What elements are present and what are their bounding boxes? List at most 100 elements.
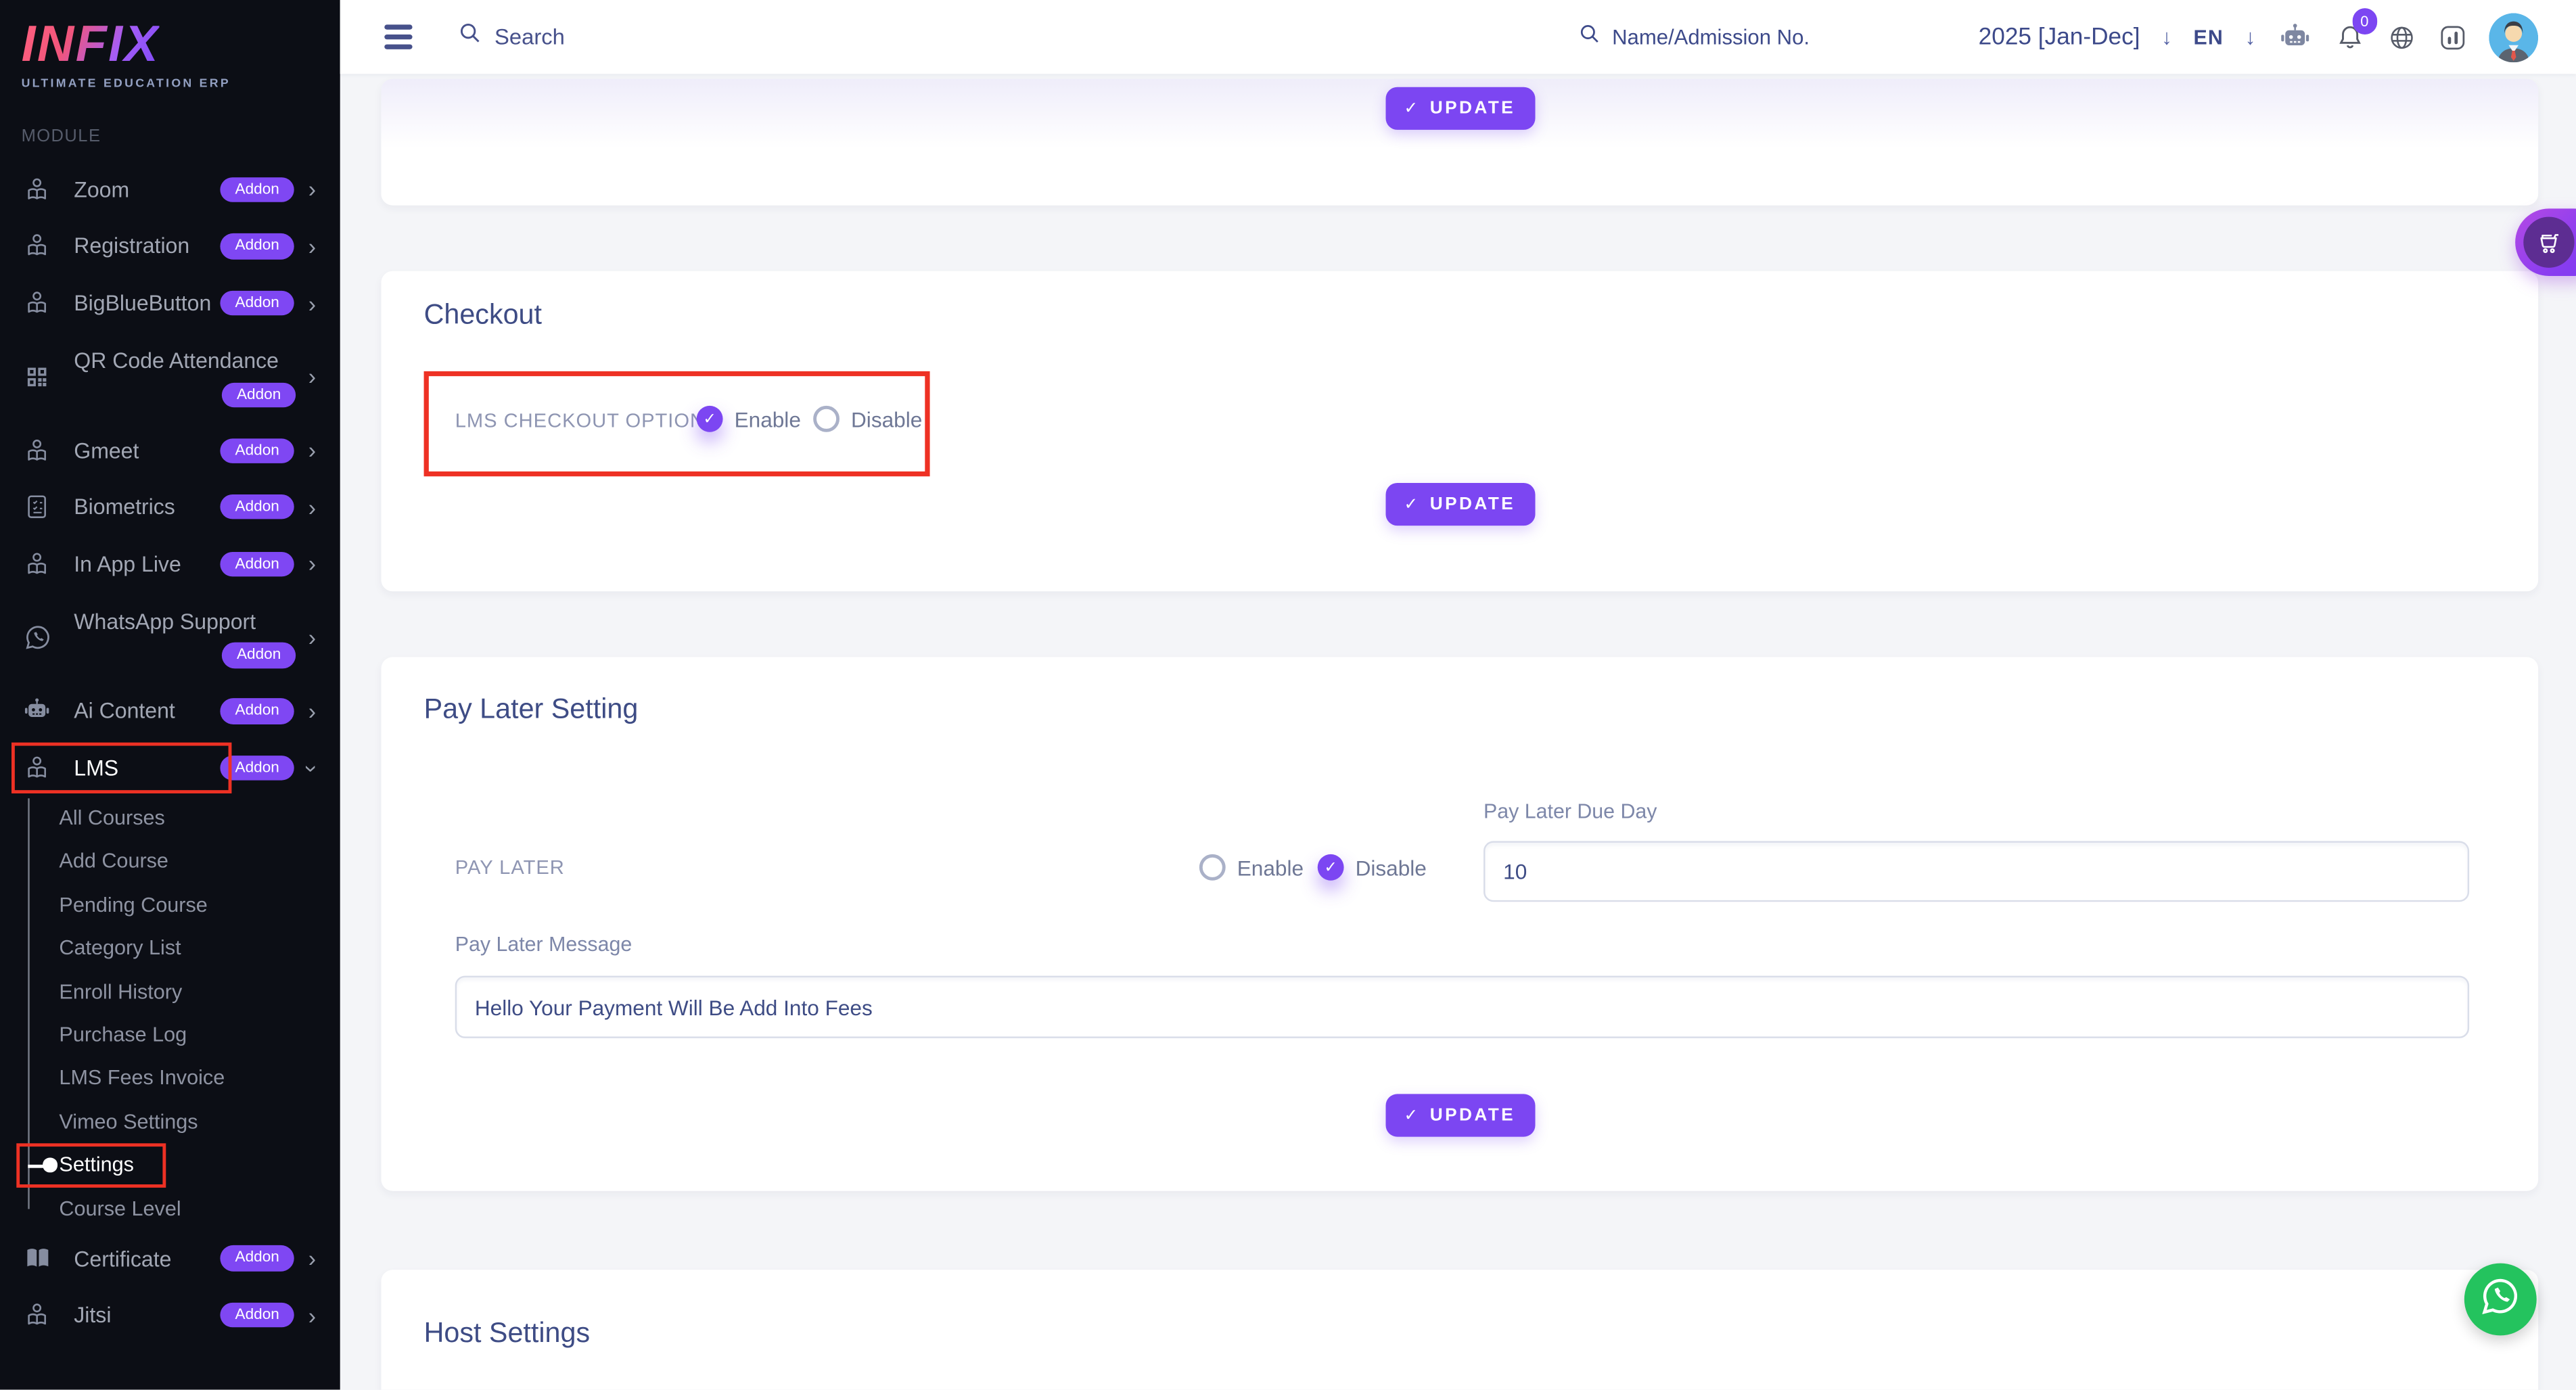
submenu-item-label: All Courses — [59, 807, 164, 830]
sidebar-item-jitsi[interactable]: Jitsi Addon › — [0, 1287, 340, 1343]
submenu-item-purchase-log[interactable]: Purchase Log — [0, 1013, 340, 1057]
submenu-item-label: Purchase Log — [59, 1023, 187, 1046]
chevron-right-icon: › — [300, 235, 323, 258]
book-icon — [22, 1243, 53, 1274]
enable-label: Enable — [735, 407, 801, 431]
reader-icon — [22, 231, 53, 262]
submenu-item-settings[interactable]: Settings — [0, 1143, 340, 1186]
reader-icon — [22, 287, 53, 319]
addon-badge: Addon — [221, 699, 294, 724]
radio-unchecked-icon — [813, 406, 840, 432]
language-globe-icon[interactable] — [2387, 22, 2417, 52]
chevron-right-icon: › — [300, 699, 323, 722]
submenu-item-label: Category List — [59, 937, 181, 960]
chevron-right-icon: › — [300, 626, 323, 649]
submenu-item-vimeo-settings[interactable]: Vimeo Settings — [0, 1100, 340, 1143]
sidebar-item-gmeet[interactable]: Gmeet Addon › — [0, 422, 340, 479]
checkout-title: Checkout — [424, 299, 542, 332]
addon-badge: Addon — [221, 234, 294, 259]
addon-badge: Addon — [222, 382, 296, 407]
chevron-down-icon: › — [300, 756, 323, 779]
pay-later-enable-radio[interactable]: Enable — [1199, 854, 1304, 881]
sidebar-item-zoom[interactable]: Zoom Addon › — [0, 161, 340, 218]
sidebar-item-lms[interactable]: LMS Addon › — [0, 739, 340, 796]
addon-badge: Addon — [221, 756, 294, 781]
update-button-pay-later[interactable]: ✓ UPDATE — [1385, 1094, 1534, 1136]
sidebar-item-biometrics[interactable]: Biometrics Addon › — [0, 479, 340, 536]
submenu-item-all-courses[interactable]: All Courses — [0, 796, 340, 839]
sidebar-item-in-app-live[interactable]: In App Live Addon › — [0, 536, 340, 593]
sidebar-item-label: Zoom — [74, 177, 220, 202]
pay-later-disable-radio[interactable]: ✓ Disable — [1318, 854, 1427, 881]
lms-checkout-enable-radio[interactable]: ✓ Enable — [697, 406, 801, 432]
avatar[interactable] — [2489, 12, 2538, 62]
sidebar-item-label: QR Code Attendance — [74, 348, 279, 373]
host-settings-title: Host Settings — [424, 1318, 591, 1351]
reader-icon — [22, 1299, 53, 1330]
active-dot-icon — [43, 1158, 57, 1172]
logo[interactable]: INFIX ULTIMATE EDUCATION ERP — [0, 0, 340, 91]
sidebar-item-ai-content[interactable]: Ai Content Addon › — [0, 682, 340, 739]
session-arrow-down-icon[interactable]: ↓ — [2161, 24, 2172, 49]
update-button-checkout[interactable]: ✓ UPDATE — [1385, 483, 1534, 526]
search-input[interactable] — [495, 24, 774, 49]
whatsapp-icon — [2479, 1274, 2522, 1324]
chevron-right-icon: › — [300, 1303, 323, 1326]
stats-icon[interactable] — [2438, 22, 2468, 52]
submenu-item-label: Course Level — [59, 1197, 181, 1220]
hamburger-menu-icon[interactable] — [384, 25, 412, 49]
chevron-right-icon: › — [300, 553, 323, 576]
language-arrow-down-icon[interactable]: ↓ — [2245, 24, 2256, 49]
disable-label: Disable — [1356, 855, 1427, 879]
topbar: 2025 [Jan-Dec] ↓ EN ↓ 0 — [340, 0, 2576, 74]
submenu-item-enroll-history[interactable]: Enroll History — [0, 970, 340, 1013]
submenu-item-label: Pending Course — [59, 894, 207, 917]
chevron-right-icon: › — [300, 365, 323, 388]
logo-subtitle: ULTIMATE EDUCATION ERP — [22, 76, 340, 91]
notifications-bell-icon[interactable]: 0 — [2334, 22, 2366, 53]
lms-checkout-disable-radio[interactable]: Disable — [813, 406, 922, 432]
sidebar-item-label: Biometrics — [74, 495, 220, 519]
pay-later-message-input[interactable] — [455, 976, 2469, 1038]
submenu-item-label: Vimeo Settings — [59, 1110, 198, 1133]
logo-title: INFIX — [22, 16, 160, 72]
pay-later-due-day-input[interactable] — [1484, 841, 2469, 902]
cart-fab[interactable] — [2515, 208, 2576, 276]
addon-badge: Addon — [221, 438, 294, 463]
submenu-item-label: Enroll History — [59, 980, 182, 1003]
check-icon: ✓ — [1404, 1107, 1420, 1125]
sidebar-item-label: Jitsi — [74, 1303, 220, 1327]
submenu-item-pending-course[interactable]: Pending Course — [0, 883, 340, 927]
submenu-item-label: Settings — [59, 1153, 134, 1176]
radio-checked-icon: ✓ — [1318, 854, 1344, 881]
reader-icon — [22, 752, 53, 783]
pay-later-message-label: Pay Later Message — [455, 933, 632, 956]
ai-robot-icon[interactable] — [2277, 19, 2313, 55]
sidebar-item-bigbluebutton[interactable]: BigBlueButton Addon › — [0, 275, 340, 331]
sidebar-item-label: Ai Content — [74, 699, 220, 723]
sidebar-item-whatsapp-support[interactable]: WhatsApp Support Addon › — [0, 593, 340, 683]
submenu-item-add-course[interactable]: Add Course — [0, 840, 340, 883]
sidebar-item-label: Certificate — [74, 1246, 220, 1270]
qr-code-icon — [22, 361, 53, 392]
sidebar-item-qr-code-attendance[interactable]: QR Code Attendance Addon › — [0, 331, 340, 422]
topbar-right: 2025 [Jan-Dec] ↓ EN ↓ 0 — [1578, 12, 2576, 62]
submenu-item-course-level[interactable]: Course Level — [0, 1186, 340, 1230]
submenu-item-category-list[interactable]: Category List — [0, 927, 340, 970]
update-button-top[interactable]: ✓ UPDATE — [1385, 87, 1534, 130]
language-selector[interactable]: EN — [2193, 26, 2224, 49]
lms-checkout-option-label: LMS CHECKOUT OPTION — [455, 409, 705, 432]
submenu-item-lms-fees-invoice[interactable]: LMS Fees Invoice — [0, 1057, 340, 1100]
lms-submenu: All Courses Add Course Pending Course Ca… — [0, 796, 340, 1230]
checkout-card: Checkout LMS CHECKOUT OPTION ✓ Enable Di… — [381, 271, 2538, 592]
whatsapp-fab[interactable] — [2464, 1264, 2537, 1336]
submenu-item-label: Add Course — [59, 850, 168, 873]
session-selector[interactable]: 2025 [Jan-Dec] — [1979, 24, 2140, 50]
student-search-input[interactable] — [1612, 24, 1812, 49]
sidebar-item-certificate[interactable]: Certificate Addon › — [0, 1230, 340, 1287]
addon-badge: Addon — [221, 177, 294, 202]
sidebar-item-registration[interactable]: Registration Addon › — [0, 218, 340, 275]
topbar-search — [457, 20, 774, 54]
disable-label: Disable — [851, 407, 922, 431]
robot-icon — [22, 695, 53, 726]
